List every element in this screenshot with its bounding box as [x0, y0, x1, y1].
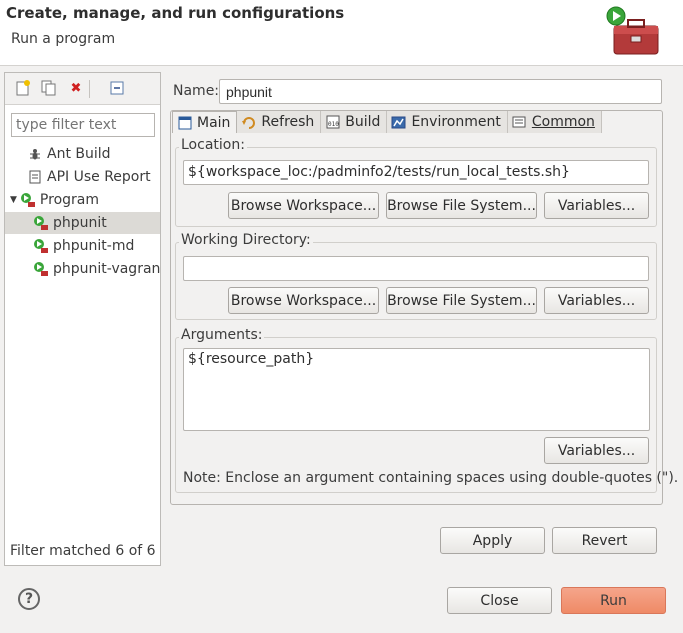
environment-icon — [391, 115, 406, 130]
tree-item-ant-build[interactable]: Ant Build — [5, 143, 160, 165]
revert-button[interactable]: Revert — [552, 527, 657, 554]
workdir-variables-button[interactable]: Variables... — [544, 287, 649, 314]
tree-item-phpunit[interactable]: phpunit — [5, 212, 160, 234]
config-list-pane: ✖ Ant Build API Use Report ▼ Program php… — [4, 72, 161, 566]
location-variables-button[interactable]: Variables... — [544, 192, 649, 219]
program-config-icon — [33, 238, 49, 254]
location-field[interactable]: ${workspace_loc:/padminfo2/tests/run_loc… — [183, 160, 649, 185]
expand-arrow-icon[interactable]: ▼ — [10, 195, 17, 205]
program-config-icon — [33, 261, 49, 277]
main-tab-icon — [177, 115, 192, 130]
location-label: Location: — [179, 137, 247, 153]
name-field[interactable] — [219, 79, 662, 104]
tab-refresh[interactable]: Refresh — [237, 111, 322, 133]
name-label: Name: — [173, 83, 220, 99]
collapse-all-icon[interactable] — [109, 80, 125, 96]
close-button[interactable]: Close — [447, 587, 552, 614]
api-report-icon — [27, 169, 43, 185]
tree-item-label: phpunit-md — [53, 238, 135, 254]
tab-main[interactable]: Main — [172, 111, 238, 133]
arguments-label: Arguments: — [179, 327, 265, 343]
location-browse-workspace-button[interactable]: Browse Workspace... — [228, 192, 379, 219]
dialog-title: Create, manage, and run configurations — [6, 4, 345, 22]
config-list-toolbar: ✖ — [5, 73, 160, 105]
toolbar-divider — [89, 80, 90, 98]
common-icon — [512, 115, 527, 130]
apply-button[interactable]: Apply — [440, 527, 545, 554]
tree-item-label: API Use Report — [47, 169, 151, 185]
tab-environment[interactable]: Environment — [387, 111, 508, 133]
ant-icon — [27, 146, 43, 162]
program-icon — [20, 192, 36, 208]
arguments-note: Note: Enclose an argument containing spa… — [183, 470, 679, 486]
working-directory-field[interactable] — [183, 256, 649, 281]
tree-item-label: Program — [39, 192, 99, 208]
working-directory-label: Working Directory: — [179, 232, 313, 248]
tab-label: Build — [345, 114, 381, 130]
build-icon: 010 — [325, 115, 340, 130]
filter-input[interactable] — [11, 113, 155, 137]
tab-common[interactable]: Common — [507, 111, 602, 133]
tree-item-program[interactable]: ▼ Program — [5, 189, 160, 211]
help-icon[interactable]: ? — [18, 588, 40, 610]
arguments-variables-button[interactable]: Variables... — [544, 437, 649, 464]
new-config-icon[interactable] — [15, 80, 31, 96]
tab-label: Environment — [411, 114, 501, 130]
refresh-icon — [241, 115, 256, 130]
workdir-browse-workspace-button[interactable]: Browse Workspace... — [228, 287, 379, 314]
location-browse-filesystem-button[interactable]: Browse File System... — [386, 192, 537, 219]
dialog-header: Create, manage, and run configurations R… — [0, 0, 683, 66]
svg-text:010: 010 — [328, 121, 339, 128]
toolbox-run-icon — [606, 6, 659, 55]
tree-item-label: Ant Build — [47, 146, 111, 162]
delete-config-icon[interactable]: ✖ — [68, 80, 84, 96]
run-button[interactable]: Run — [561, 587, 666, 614]
workdir-browse-filesystem-button[interactable]: Browse File System... — [386, 287, 537, 314]
config-tabs: Main Refresh 010 Build Environment Commo… — [172, 111, 602, 133]
tab-label: Common — [531, 114, 595, 130]
tree-item-phpunit-vagrant[interactable]: phpunit-vagrant — [5, 258, 160, 280]
arguments-field[interactable]: ${resource_path} — [183, 348, 650, 431]
tab-build[interactable]: 010 Build — [321, 111, 388, 133]
dialog-subtitle: Run a program — [11, 31, 116, 47]
tree-item-phpunit-md[interactable]: phpunit-md — [5, 235, 160, 257]
tab-label: Main — [197, 114, 231, 131]
tree-item-label: phpunit-vagrant — [53, 261, 160, 277]
tree-item-api-use-report[interactable]: API Use Report — [5, 166, 160, 188]
duplicate-config-icon[interactable] — [41, 80, 57, 96]
tab-label: Refresh — [261, 114, 315, 130]
tree-item-label: phpunit — [53, 215, 107, 231]
filter-status: Filter matched 6 of 6 it — [10, 543, 160, 559]
program-config-icon — [33, 215, 49, 231]
